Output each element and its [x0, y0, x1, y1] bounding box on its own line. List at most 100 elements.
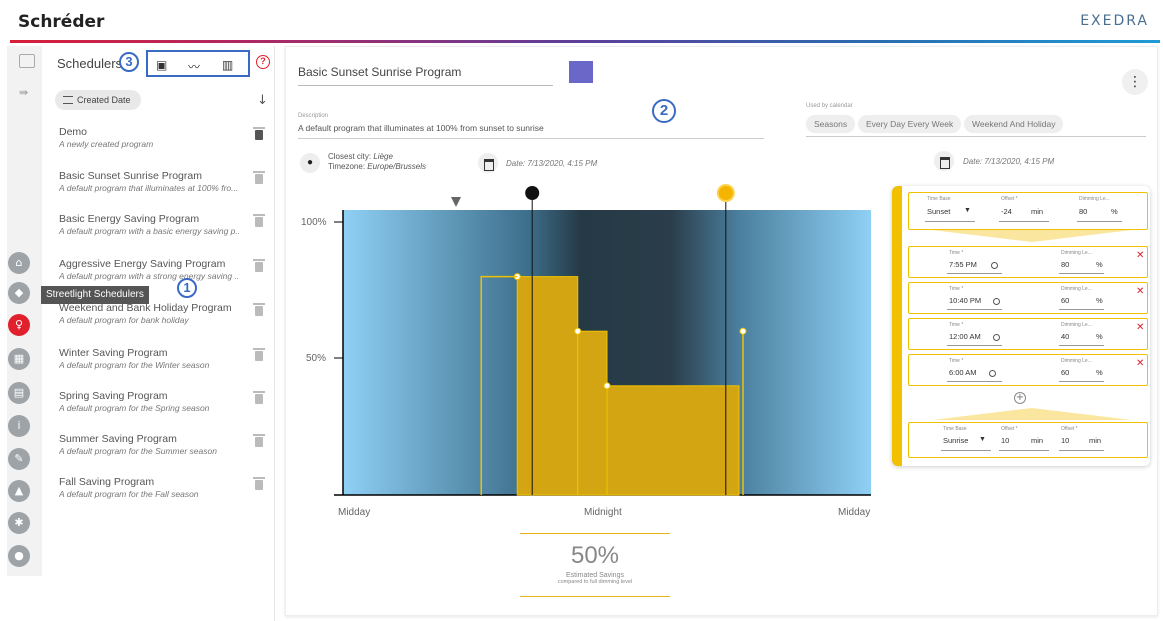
list-item[interactable]: Summer Saving Program A default program …: [59, 433, 269, 469]
dimming-input[interactable]: 60: [1061, 368, 1069, 377]
time-input[interactable]: 12:00 AM: [949, 332, 981, 341]
clock-icon[interactable]: [993, 298, 1000, 305]
list-item[interactable]: Fall Saving Program A default program fo…: [59, 476, 269, 512]
calendar-icon[interactable]: [19, 54, 35, 68]
clock-icon[interactable]: [991, 262, 998, 269]
time-base-select[interactable]: Sunset: [927, 207, 950, 216]
sort-chip[interactable]: Created Date: [55, 90, 141, 110]
dimming-input[interactable]: 40: [1061, 332, 1069, 341]
savings-sub: compared to full dimming level: [557, 579, 633, 585]
trash-icon[interactable]: [253, 214, 265, 227]
chevron-down-icon[interactable]: ▼: [979, 436, 986, 443]
field-label: Dimming Le...: [1061, 286, 1092, 292]
program-desc: A default program for the Winter season: [59, 360, 210, 370]
wrench-icon[interactable]: ✎: [8, 448, 30, 470]
offset-input[interactable]: 10: [1061, 436, 1069, 445]
more-options-icon[interactable]: ⋮: [1122, 69, 1148, 95]
trash-icon[interactable]: [253, 303, 265, 316]
list-item[interactable]: Weekend and Bank Holiday Program A defau…: [59, 302, 269, 338]
offset-input[interactable]: 10: [1001, 436, 1009, 445]
field-label: Dimming Le...: [1061, 322, 1092, 328]
expand-icon[interactable]: ⇛: [19, 86, 28, 99]
program-name: Aggressive Energy Saving Program: [59, 258, 226, 270]
step-handle[interactable]: [603, 382, 611, 390]
trash-icon[interactable]: [253, 391, 265, 404]
time-base-select[interactable]: Sunrise: [943, 436, 968, 445]
trash-icon[interactable]: [253, 127, 265, 140]
calendar-view-icon[interactable]: ▣: [156, 58, 167, 72]
program-name: Basic Sunset Sunrise Program: [59, 170, 202, 182]
list-item[interactable]: Winter Saving Program A default program …: [59, 347, 269, 383]
help-icon[interactable]: ?: [256, 55, 270, 69]
list-item[interactable]: Basic Energy Saving Program A default pr…: [59, 213, 269, 249]
list-item[interactable]: Demo A newly created program: [59, 126, 269, 162]
network-icon[interactable]: ✱: [8, 512, 30, 534]
field-label: Time Base: [927, 196, 951, 202]
dimming-step-bar[interactable]: [516, 276, 579, 496]
clock-icon[interactable]: [993, 334, 1000, 341]
dimming-input[interactable]: 80: [1061, 260, 1069, 269]
sort-icon: [63, 96, 73, 104]
field-label: Time *: [949, 286, 964, 292]
delete-icon[interactable]: ✕: [1136, 358, 1144, 369]
field-label: Time *: [949, 250, 964, 256]
savings-value: 50%: [570, 542, 620, 569]
program-name: Winter Saving Program: [59, 347, 168, 359]
time-input[interactable]: 6:00 AM: [949, 368, 977, 377]
time-input[interactable]: 10:40 PM: [949, 296, 981, 305]
trash-icon[interactable]: [253, 477, 265, 490]
time-input[interactable]: 7:55 PM: [949, 260, 977, 269]
trash-icon[interactable]: [253, 259, 265, 272]
map-view-icon[interactable]: ▥: [222, 58, 233, 72]
upload-icon[interactable]: ▲: [8, 480, 30, 502]
clock-icon[interactable]: [989, 370, 996, 377]
list-item[interactable]: Basic Sunset Sunrise Program A default p…: [59, 170, 269, 206]
dimming-input[interactable]: 80: [1079, 207, 1087, 216]
unit-label: min: [1031, 207, 1044, 216]
schedule-row: Time * 6:00 AM Dimming Le... 60 % ✕: [908, 354, 1148, 386]
date-picker-icon[interactable]: [934, 151, 954, 171]
delete-icon[interactable]: ✕: [1136, 250, 1144, 261]
home-icon[interactable]: ⌂: [8, 252, 30, 274]
trash-icon[interactable]: [253, 348, 265, 361]
sort-direction-icon[interactable]: ↓: [257, 93, 268, 108]
report-icon[interactable]: ▤: [8, 382, 30, 404]
dimming-step-bar[interactable]: [606, 385, 740, 496]
trend-view-icon[interactable]: 〰: [188, 58, 200, 75]
trash-icon[interactable]: [253, 171, 265, 184]
unit-label: min: [1089, 436, 1102, 445]
annotation-3: 3: [119, 52, 139, 72]
delete-icon[interactable]: ✕: [1136, 286, 1144, 297]
end-row: Time Base Sunrise ▼ Offset * 10 min Offs…: [908, 422, 1148, 458]
step-handle[interactable]: [574, 327, 582, 335]
savings-label: Estimated Savings: [566, 572, 624, 579]
calendar-chip[interactable]: Weekend And Holiday: [964, 115, 1064, 133]
sun-icon: [716, 184, 735, 202]
user-icon[interactable]: ●: [8, 545, 30, 567]
date-right: Date: 7/13/2020, 4:15 PM: [963, 157, 1055, 166]
product-logo: EXEDRA: [1080, 13, 1149, 29]
list-item[interactable]: Spring Saving Program A default program …: [59, 390, 269, 426]
moon-icon: [525, 186, 540, 200]
streetlight-icon[interactable]: ♀: [8, 314, 30, 336]
info-icon[interactable]: i: [8, 415, 30, 437]
chevron-down-icon[interactable]: ▼: [964, 207, 971, 214]
add-row-icon[interactable]: +: [1014, 392, 1026, 404]
grid-icon[interactable]: ▦: [8, 348, 30, 370]
delete-icon[interactable]: ✕: [1136, 322, 1144, 333]
field-label: Offset *: [1001, 196, 1018, 202]
field-underline: [947, 345, 1002, 346]
field-label: Offset *: [1001, 426, 1018, 432]
dimming-step-bar[interactable]: [577, 330, 608, 496]
step-handle[interactable]: [739, 327, 747, 335]
x-tick-label: Midday: [338, 507, 371, 518]
shield-icon[interactable]: ◆: [8, 282, 30, 304]
dimming-input[interactable]: 60: [1061, 296, 1069, 305]
schedulers-title: Schedulers: [57, 56, 123, 71]
trash-icon[interactable]: [253, 434, 265, 447]
field-underline: [947, 309, 1002, 310]
offset-input[interactable]: -24: [1001, 207, 1012, 216]
y-tick-label: 50%: [306, 353, 327, 364]
tooltip: Streetlight Schedulers: [41, 286, 149, 304]
field-underline: [999, 221, 1049, 222]
